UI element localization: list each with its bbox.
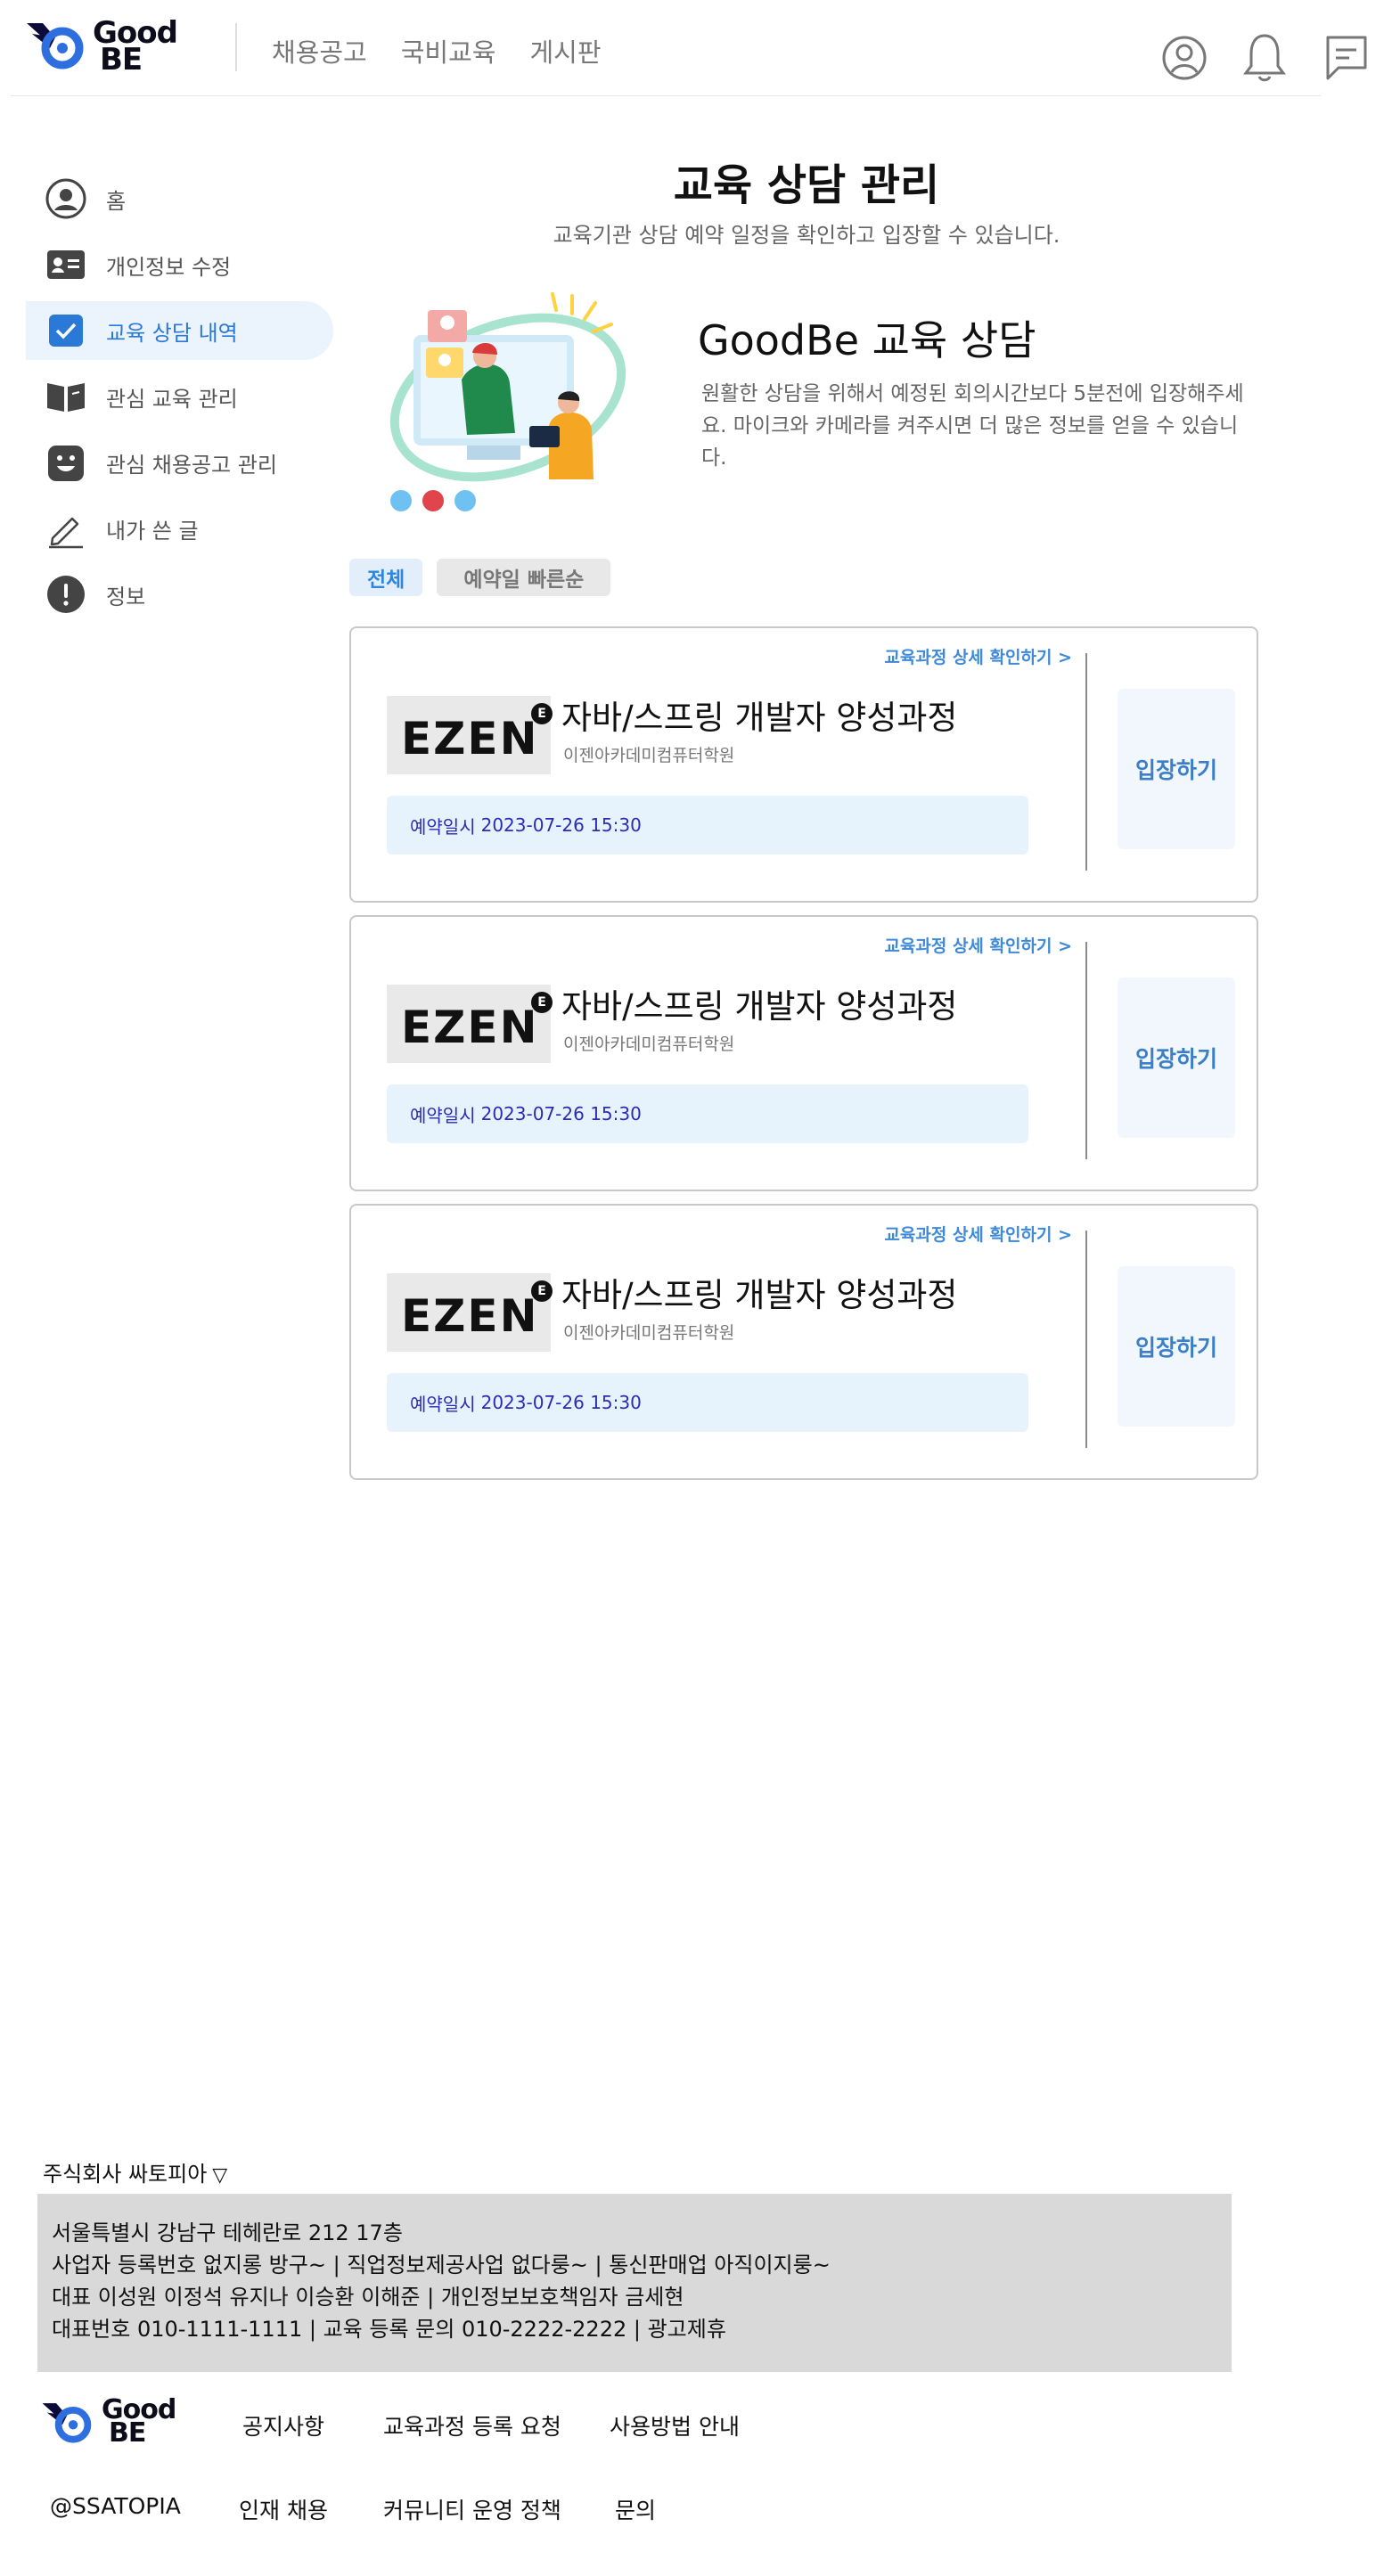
main-nav: 채용공고 국비교육 게시판 bbox=[272, 32, 602, 70]
page-title: 교육 상담 관리 bbox=[673, 160, 940, 210]
academy-name: 이젠아카데미컴퓨터학원 bbox=[563, 746, 735, 765]
top-header: Good BE 채용공고 국비교육 게시판 bbox=[11, 0, 1367, 96]
course-detail-link[interactable]: 교육과정 상세 확인하기 > bbox=[884, 933, 1072, 957]
academy-name: 이젠아카데미컴퓨터학원 bbox=[563, 1323, 735, 1343]
card-divider bbox=[1085, 653, 1087, 871]
bell-icon[interactable] bbox=[1241, 30, 1289, 84]
logo-wordmark: Good BE bbox=[93, 15, 178, 78]
filter-date-asc[interactable]: 예약일 빠른순 bbox=[437, 559, 611, 596]
reservation-label: 예약일시 bbox=[410, 1393, 476, 1415]
sidebar-item-label: 정보 bbox=[106, 584, 146, 609]
footer-logo[interactable]: Good BE bbox=[39, 2394, 200, 2449]
nav-jobs[interactable]: 채용공고 bbox=[272, 32, 367, 70]
sidebar-item-info[interactable]: 정보 bbox=[26, 565, 333, 624]
company-representatives: 대표 이성원 이정석 유지나 이승환 이해준 | 개인정보보호책임자 금세현 bbox=[52, 2285, 684, 2310]
user-circle-icon[interactable] bbox=[1160, 30, 1208, 84]
enter-button[interactable]: 입장하기 bbox=[1118, 1266, 1235, 1427]
book-icon bbox=[45, 376, 86, 417]
reservation-label: 예약일시 bbox=[410, 1104, 476, 1126]
footer-link-contact[interactable]: 문의 bbox=[615, 2493, 656, 2525]
academy-logo-text: EZEN bbox=[401, 1290, 539, 1342]
enter-button[interactable]: 입장하기 bbox=[1118, 977, 1235, 1138]
reservation-datetime: 예약일시 2023-07-26 15:30 bbox=[387, 1373, 1028, 1432]
nav-board[interactable]: 게시판 bbox=[529, 32, 601, 70]
sidebar-item-label: 내가 쓴 글 bbox=[106, 518, 199, 544]
hero-title: GoodBe 교육 상담 bbox=[698, 316, 1036, 364]
info-icon bbox=[45, 574, 86, 615]
id-card-icon bbox=[45, 244, 86, 285]
card-divider bbox=[1085, 1231, 1087, 1448]
user-circle-icon bbox=[45, 178, 86, 219]
hero-description: 원활한 상담을 위해서 예정된 회의시간보다 5분전에 입장해주세요. 마이크와… bbox=[701, 382, 1244, 470]
sidebar-item-consult[interactable]: 교육 상담 내역 bbox=[26, 301, 333, 360]
sidebar-item-label: 개인정보 수정 bbox=[106, 254, 232, 280]
reservation-value: 2023-07-26 15:30 bbox=[480, 814, 642, 836]
course-title: 자바/스프링 개발자 양성과정 bbox=[561, 699, 958, 737]
video-consult-illustration bbox=[389, 292, 626, 511]
message-icon[interactable] bbox=[1322, 30, 1371, 84]
reservation-label: 예약일시 bbox=[410, 815, 476, 838]
reservation-datetime: 예약일시 2023-07-26 15:30 bbox=[387, 796, 1028, 855]
sidebar-item-fav-jobs[interactable]: 관심 채용공고 관리 bbox=[26, 433, 333, 492]
goodbe-logo-mark bbox=[42, 2403, 92, 2443]
sidebar-item-label: 관심 채용공고 관리 bbox=[106, 452, 277, 478]
academy-logo-badge: E bbox=[531, 992, 553, 1013]
sidebar: 홈 개인정보 수정 교육 상담 내역 관심 교육 관리 관심 채용공고 관리 내… bbox=[26, 169, 333, 631]
sidebar-item-home[interactable]: 홈 bbox=[26, 169, 333, 228]
course-title: 자바/스프링 개발자 양성과정 bbox=[561, 987, 958, 1026]
academy-name: 이젠아카데미컴퓨터학원 bbox=[563, 1034, 735, 1054]
company-toggle[interactable]: 주식회사 싸토피아 ▽ bbox=[43, 2156, 227, 2188]
academy-logo-badge: E bbox=[531, 703, 553, 724]
company-address: 서울특별시 강남구 테헤란로 212 17층 bbox=[52, 2220, 403, 2245]
goodbe-logo-mark bbox=[27, 23, 84, 70]
footer-link-course-request[interactable]: 교육과정 등록 요청 bbox=[383, 2409, 561, 2441]
page-subtitle: 교육기관 상담 예약 일정을 확인하고 입장할 수 있습니다. bbox=[553, 223, 1060, 248]
course-title: 자바/스프링 개발자 양성과정 bbox=[561, 1276, 958, 1314]
pencil-icon bbox=[45, 508, 86, 549]
company-contacts: 대표번호 010-1111-1111 | 교육 등록 문의 010-2222-2… bbox=[52, 2317, 726, 2342]
footer-link-guide[interactable]: 사용방법 안내 bbox=[610, 2409, 740, 2441]
enter-button[interactable]: 입장하기 bbox=[1118, 689, 1235, 849]
footer-link-careers[interactable]: 인재 채용 bbox=[239, 2493, 328, 2525]
academy-logo-badge: E bbox=[531, 1280, 553, 1302]
footer-link-community-policy[interactable]: 커뮤니티 운영 정책 bbox=[383, 2493, 561, 2525]
goodbe-logo[interactable]: Good BE bbox=[25, 15, 212, 78]
logo-wordmark: Good BE bbox=[102, 2394, 176, 2449]
header-divider bbox=[235, 23, 237, 71]
footer-handle[interactable]: @SSATOPIA bbox=[50, 2493, 181, 2519]
company-info-box: 서울특별시 강남구 테헤란로 212 17층 사업자 등록번호 없지롱 방구~ … bbox=[37, 2194, 1232, 2372]
consult-card: 교육과정 상세 확인하기 > EZEN E 자바/스프링 개발자 양성과정 이젠… bbox=[349, 915, 1258, 1191]
sidebar-item-profile[interactable]: 개인정보 수정 bbox=[26, 235, 333, 294]
sidebar-item-label: 홈 bbox=[106, 188, 127, 214]
card-divider bbox=[1085, 942, 1087, 1159]
academy-logo-text: EZEN bbox=[401, 1002, 539, 1053]
consult-card: 교육과정 상세 확인하기 > EZEN E 자바/스프링 개발자 양성과정 이젠… bbox=[349, 626, 1258, 903]
filter-all[interactable]: 전체 bbox=[349, 559, 423, 596]
academy-logo: EZEN E bbox=[387, 1273, 553, 1352]
filter-chips: 전체 예약일 빠른순 bbox=[349, 559, 611, 596]
footer-link-notice[interactable]: 공지사항 bbox=[242, 2409, 324, 2441]
company-name: 주식회사 싸토피아 bbox=[43, 2162, 208, 2187]
company-registration: 사업자 등록번호 없지롱 방구~ | 직업정보제공사업 없다룽~ | 통신판매업… bbox=[52, 2253, 831, 2278]
reservation-value: 2023-07-26 15:30 bbox=[480, 1392, 642, 1413]
sidebar-item-my-posts[interactable]: 내가 쓴 글 bbox=[26, 499, 333, 558]
reservation-value: 2023-07-26 15:30 bbox=[480, 1103, 642, 1124]
course-detail-link[interactable]: 교육과정 상세 확인하기 > bbox=[884, 1222, 1072, 1246]
checkbox-icon bbox=[45, 310, 86, 351]
sidebar-item-fav-edu[interactable]: 관심 교육 관리 bbox=[26, 367, 333, 426]
smile-icon bbox=[45, 442, 86, 483]
consult-card: 교육과정 상세 확인하기 > EZEN E 자바/스프링 개발자 양성과정 이젠… bbox=[349, 1204, 1258, 1480]
academy-logo: EZEN E bbox=[387, 985, 553, 1063]
academy-logo-text: EZEN bbox=[401, 713, 539, 765]
nav-education[interactable]: 국비교육 bbox=[401, 32, 496, 70]
course-detail-link[interactable]: 교육과정 상세 확인하기 > bbox=[884, 644, 1072, 668]
academy-logo: EZEN E bbox=[387, 696, 553, 774]
reservation-datetime: 예약일시 2023-07-26 15:30 bbox=[387, 1084, 1028, 1143]
chevron-down-icon: ▽ bbox=[212, 2164, 228, 2187]
sidebar-item-label: 관심 교육 관리 bbox=[106, 386, 238, 412]
sidebar-item-label: 교육 상담 내역 bbox=[106, 320, 238, 346]
